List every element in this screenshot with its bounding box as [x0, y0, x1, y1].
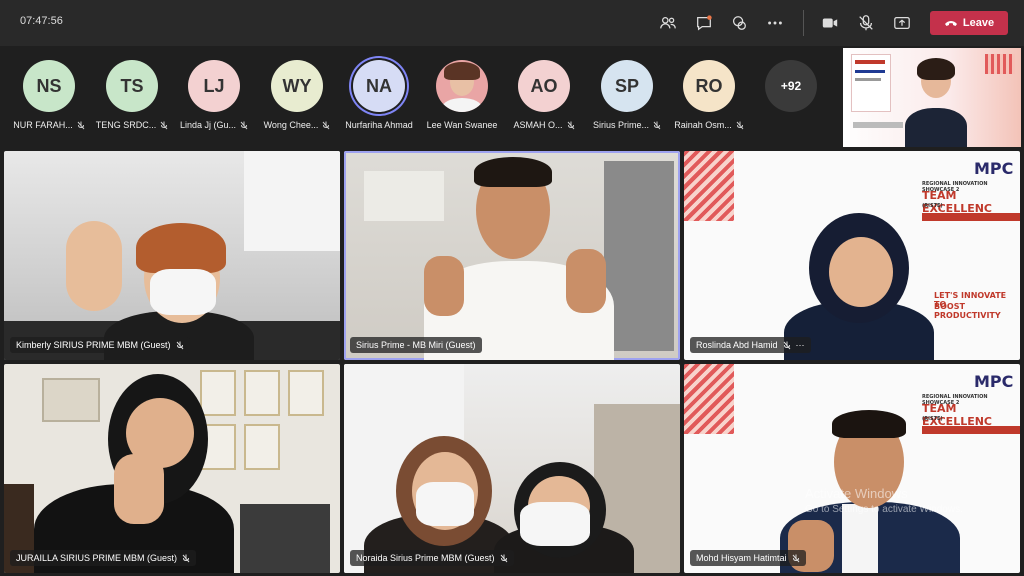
mic-muted-icon: [323, 121, 330, 129]
video-tile-active[interactable]: Sirius Prime - MB Miri (Guest): [344, 151, 680, 360]
mic-muted-icon: [160, 121, 168, 129]
poster-text: (RISTE): [922, 416, 943, 422]
video-tile[interactable]: Noraida Sirius Prime MBM (Guest): [344, 364, 680, 573]
poster-text: (RISTE): [922, 203, 943, 209]
toolbar-divider: [803, 10, 804, 36]
reactions-icon[interactable]: [728, 12, 750, 34]
video-tile[interactable]: MPC REGIONAL INNOVATION SHOWCASE 2 TEAM …: [684, 364, 1020, 573]
video-tile[interactable]: JURAILLA SIRIUS PRIME MBM (Guest): [4, 364, 340, 573]
top-bar: 07:47:56 Leave: [0, 0, 1024, 46]
meeting-timer: 07:47:56: [20, 15, 63, 27]
participant-name: JURAILLA SIRIUS PRIME MBM (Guest): [16, 553, 178, 563]
activation-watermark-title: Activate Windows: [805, 486, 908, 501]
person-name: ASMAH O...: [513, 120, 563, 130]
avatar: AO: [518, 60, 570, 112]
self-view-video[interactable]: [843, 48, 1021, 147]
camera-icon[interactable]: [819, 12, 841, 34]
mic-muted-icon: [736, 121, 744, 129]
roster-person[interactable]: WY Wong Chee...: [257, 60, 337, 130]
share-screen-icon[interactable]: [891, 12, 913, 34]
participant-label: Roslinda Abd Hamid ···: [690, 337, 811, 353]
participant-name: Roslinda Abd Hamid: [696, 340, 778, 350]
participant-name: Sirius Prime - MB Miri (Guest): [356, 340, 476, 350]
person-name: TENG SRDC...: [95, 120, 157, 130]
mic-muted-icon: [77, 121, 85, 129]
roster-person[interactable]: NA Nurfariha Ahmad: [339, 60, 419, 130]
participant-label: Sirius Prime - MB Miri (Guest): [350, 337, 482, 353]
roster-person[interactable]: TS TENG SRDC...: [92, 60, 172, 130]
avatar: RO: [683, 60, 735, 112]
participant-name: Noraida Sirius Prime MBM (Guest): [356, 553, 495, 563]
avatar-photo: [436, 60, 488, 112]
mic-off-icon[interactable]: [855, 12, 877, 34]
avatar: NS: [23, 60, 75, 112]
phone-hangup-icon: [944, 21, 957, 26]
roster-person[interactable]: AO ASMAH O...: [504, 60, 584, 130]
more-options-icon[interactable]: [764, 12, 786, 34]
more-participants-button[interactable]: +92: [765, 60, 817, 112]
avatar: NA: [353, 60, 405, 112]
mic-muted-icon: [182, 554, 190, 562]
person-name: Rainah Osm...: [674, 120, 732, 130]
person-name: Nurfariha Ahmad: [345, 120, 413, 130]
leave-button[interactable]: Leave: [930, 11, 1008, 35]
participant-label: Mohd Hisyam Hatimtai: [690, 550, 806, 566]
mic-muted-icon: [500, 554, 507, 562]
avatar: SP: [601, 60, 653, 112]
people-icon[interactable]: [657, 12, 679, 34]
roster-person[interactable]: NS NUR FARAH...: [9, 60, 89, 130]
person-name: Sirius Prime...: [592, 120, 649, 130]
poster-text: TEAM EXCELLENC: [922, 189, 993, 215]
tile-more-icon[interactable]: ···: [796, 340, 805, 350]
roster-person[interactable]: Lee Wan Swanee: [422, 60, 502, 130]
roster-person[interactable]: RO Rainah Osm...: [669, 60, 749, 130]
participant-name: Mohd Hisyam Hatimtai: [696, 553, 787, 563]
leave-label: Leave: [962, 17, 995, 29]
participant-label: Noraida Sirius Prime MBM (Guest): [350, 550, 514, 566]
person-name: Wong Chee...: [263, 120, 319, 130]
person-name: Linda Jj (Gu...: [179, 120, 237, 130]
mic-muted-icon: [653, 121, 661, 129]
chat-icon[interactable]: [693, 12, 715, 34]
participant-name: Kimberly SIRIUS PRIME MBM (Guest): [16, 340, 171, 350]
video-tile[interactable]: Kimberly SIRIUS PRIME MBM (Guest): [4, 151, 340, 360]
mic-muted-icon: [176, 341, 183, 349]
poster-text: BOOST PRODUCTIVITY: [934, 302, 1001, 320]
poster-logo: MPC: [974, 159, 1014, 178]
avatar: LJ: [188, 60, 240, 112]
poster-text: TEAM EXCELLENC: [922, 402, 993, 428]
avatar: WY: [271, 60, 323, 112]
mic-muted-icon: [240, 121, 248, 129]
mic-muted-icon: [567, 121, 574, 129]
person-name: NUR FARAH...: [13, 120, 73, 130]
activation-watermark-subtitle: Go to Settings to activate Windows.: [805, 504, 963, 515]
participant-label: JURAILLA SIRIUS PRIME MBM (Guest): [10, 550, 197, 566]
poster-logo: MPC: [974, 372, 1014, 391]
roster-person[interactable]: SP Sirius Prime...: [587, 60, 667, 130]
avatar: TS: [106, 60, 158, 112]
mic-muted-icon: [783, 341, 790, 349]
participant-label: Kimberly SIRIUS PRIME MBM (Guest): [10, 337, 190, 353]
roster-person[interactable]: LJ Linda Jj (Gu...: [174, 60, 254, 130]
video-tile[interactable]: MPC REGIONAL INNOVATION SHOWCASE 2 TEAM …: [684, 151, 1020, 360]
mic-muted-icon: [792, 554, 799, 562]
person-name: Lee Wan Swanee: [426, 120, 498, 130]
